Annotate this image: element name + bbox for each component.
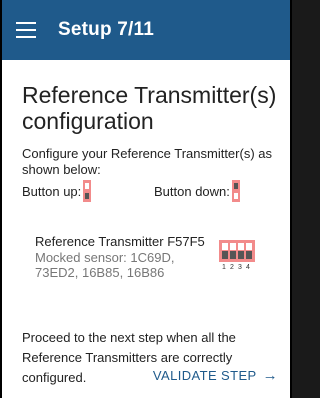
dip-switch-icon (219, 240, 255, 262)
dip-label: 4 (246, 264, 250, 271)
dip-switch-labels: 1 2 3 4 (219, 264, 255, 271)
legend-button-down: Button down: (154, 180, 240, 202)
dip-label: 2 (230, 264, 234, 271)
dip-label: 1 (222, 264, 226, 271)
transmitter-sensors: Mocked sensor: 1C69D, 73ED2, 16B85, 16B8… (35, 250, 175, 280)
switch-up-icon (83, 180, 92, 202)
dip-switch-4 (246, 243, 252, 259)
page-content: Reference Transmitter(s) configuration C… (2, 60, 290, 398)
switch-down-icon (231, 180, 240, 202)
app-frame: Setup 7/11 Reference Transmitter(s) conf… (0, 0, 292, 398)
transmitter-card: Reference Transmitter F57F5 Mocked senso… (35, 234, 278, 294)
legend-button-up: Button up: (22, 180, 92, 202)
legend-down-label: Button down: (154, 183, 230, 199)
dip-switch-block: 1 2 3 4 (219, 240, 255, 271)
hamburger-menu-icon[interactable] (16, 22, 36, 38)
validate-step-label: VALIDATE STEP (152, 368, 257, 383)
app-bar: Setup 7/11 (2, 0, 290, 60)
page-heading: Reference Transmitter(s) configuration (22, 82, 277, 134)
dip-switch-1 (222, 243, 228, 259)
app-bar-title: Setup 7/11 (58, 19, 154, 40)
legend-up-label: Button up: (22, 183, 82, 199)
dip-switch-2 (230, 243, 236, 259)
instructions-text: Configure your Reference Transmitter(s) … (22, 146, 272, 177)
dip-label: 3 (238, 264, 242, 271)
arrow-right-icon: → (262, 367, 278, 384)
switch-legend: Button up: Button down: (22, 178, 278, 208)
validate-step-button[interactable]: VALIDATE STEP → (153, 367, 278, 384)
dip-switch-3 (238, 243, 244, 259)
